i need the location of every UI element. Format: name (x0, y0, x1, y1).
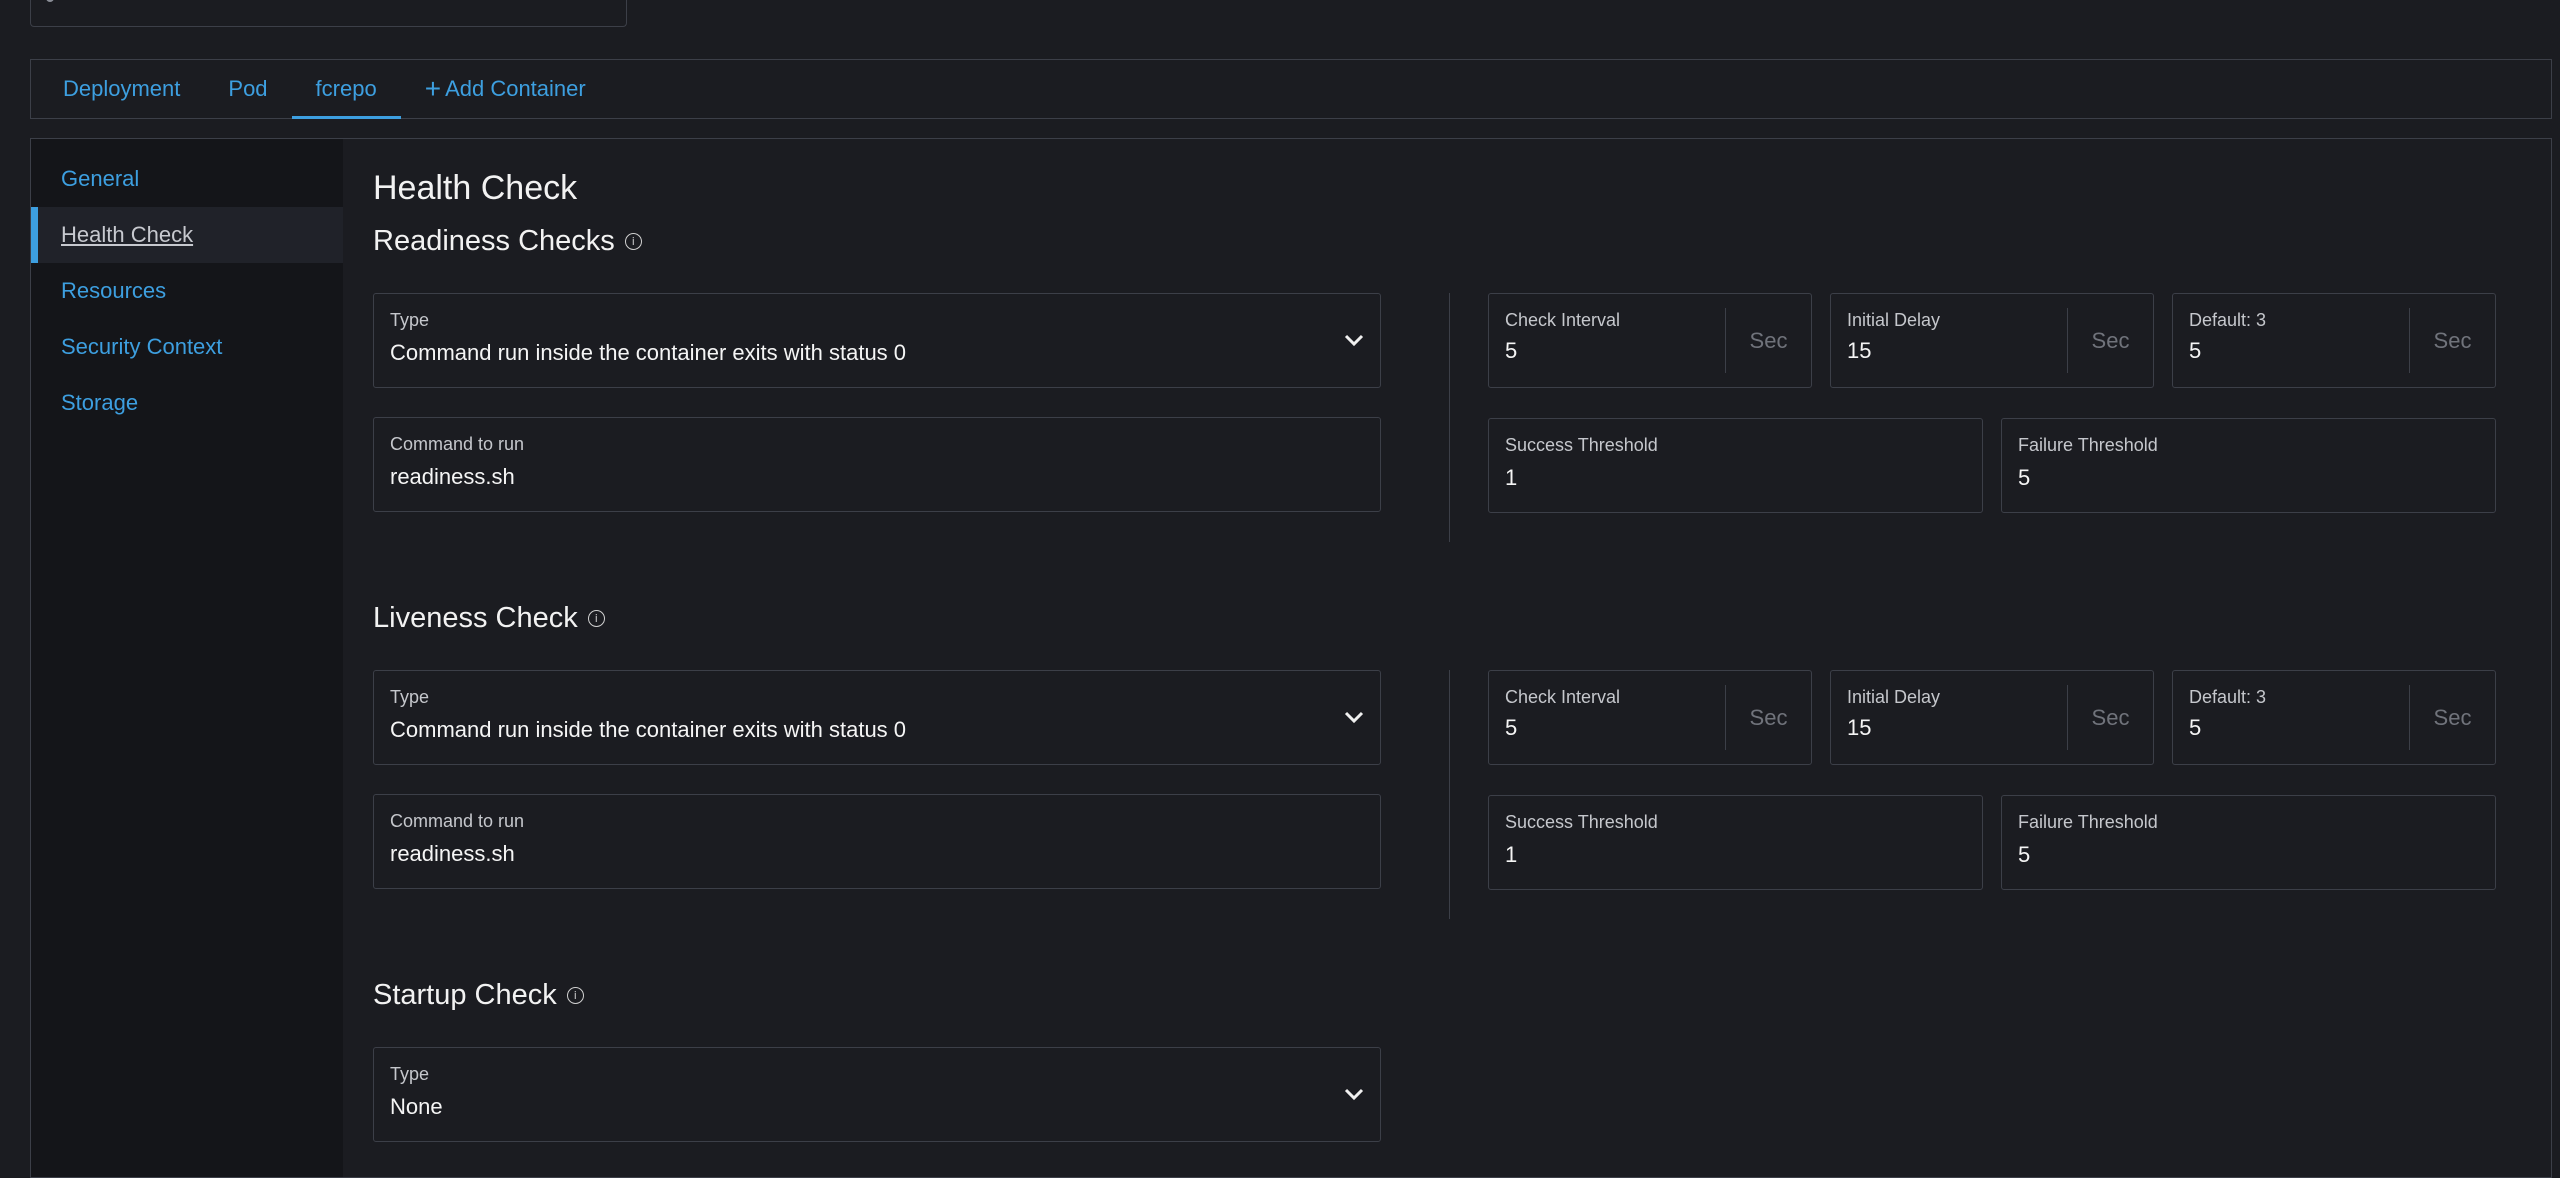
liveness-failure-threshold-input[interactable]: Failure Threshold 5 (2001, 795, 2496, 890)
field-value: readiness.sh (390, 841, 515, 866)
unit-suffix: Sec (1725, 685, 1811, 750)
readiness-type-select[interactable]: Type Command run inside the container ex… (373, 293, 1381, 388)
field-label: Command to run (390, 811, 525, 831)
input-icon (46, 0, 54, 2)
chevron-down-icon (1344, 711, 1364, 724)
sidebar-item-resources[interactable]: Resources (31, 263, 343, 319)
field-label: Check Interval (1505, 310, 1621, 330)
field-value: Command run inside the container exits w… (390, 340, 907, 365)
liveness-success-threshold-input[interactable]: Success Threshold 1 (1488, 795, 1983, 890)
field-value: 5 (2189, 338, 2202, 363)
field-value: 15 (1847, 715, 1872, 740)
container-config-panel: General Health Check Resources Security … (30, 138, 2552, 1178)
field-label: Failure Threshold (2018, 435, 2158, 455)
sidebar-item-health-check[interactable]: Health Check (31, 207, 343, 263)
unit-suffix: Sec (2409, 308, 2495, 373)
liveness-check-interval-input[interactable]: Check Interval 5 Sec (1488, 670, 1812, 765)
field-label: Type (390, 1064, 430, 1084)
readiness-check-interval-input[interactable]: Check Interval 5 Sec (1488, 293, 1812, 388)
tab-label: fcrepo (315, 76, 377, 101)
field-value: 1 (1505, 465, 1518, 490)
startup-type-select[interactable]: Type None (373, 1047, 1381, 1142)
info-icon[interactable]: i (624, 233, 642, 250)
sidebar-item-storage[interactable]: Storage (31, 375, 343, 431)
readiness-initial-delay-input[interactable]: Initial Delay 15 Sec (1830, 293, 2154, 388)
tab-deployment[interactable]: Deployment (39, 60, 204, 118)
liveness-type-select[interactable]: Type Command run inside the container ex… (373, 670, 1381, 765)
field-label: Initial Delay (1847, 687, 1941, 707)
field-value: 5 (2018, 842, 2031, 867)
section-sidebar: General Health Check Resources Security … (31, 139, 343, 1177)
readiness-command-input[interactable]: Command to run readiness.sh (373, 417, 1381, 512)
readiness-success-threshold-input[interactable]: Success Threshold 1 (1488, 418, 1983, 513)
readiness-section-title: Readiness Checks i (373, 225, 642, 258)
field-label: Command to run (390, 434, 525, 454)
field-label: Success Threshold (1505, 812, 1658, 832)
sidebar-item-label: General (61, 166, 140, 191)
unit-suffix: Sec (2067, 308, 2153, 373)
unit-suffix: Sec (2409, 685, 2495, 750)
field-value: 15 (1847, 338, 1872, 363)
container-tabs: Deployment Pod fcrepo + Add Container (30, 59, 2552, 119)
field-value: 5 (1505, 715, 1518, 740)
sidebar-item-general[interactable]: General (31, 151, 343, 207)
tab-pod[interactable]: Pod (204, 60, 291, 118)
liveness-command-input[interactable]: Command to run readiness.sh (373, 794, 1381, 889)
tab-label: Add Container (445, 76, 586, 101)
sidebar-item-security-context[interactable]: Security Context (31, 319, 343, 375)
tab-fcrepo[interactable]: fcrepo (291, 60, 401, 119)
unit-suffix: Sec (1725, 308, 1811, 373)
sidebar-item-label: Resources (61, 278, 167, 303)
field-label: Default: 3 (2189, 310, 2267, 330)
info-icon[interactable]: i (566, 987, 584, 1004)
readiness-timeout-input[interactable]: Default: 3 5 Sec (2172, 293, 2496, 388)
page-title: Health Check (373, 169, 578, 207)
tab-label: Pod (228, 76, 268, 101)
divider (1449, 670, 1450, 919)
field-label: Success Threshold (1505, 435, 1658, 455)
sidebar-item-label: Health Check (61, 222, 194, 247)
field-value: 5 (1505, 338, 1518, 363)
startup-section-title: Startup Check i (373, 979, 584, 1012)
section-title-text: Liveness Check (373, 602, 578, 634)
field-value: readiness.sh (390, 464, 515, 489)
field-label: Default: 3 (2189, 687, 2267, 707)
section-title-text: Startup Check (373, 979, 557, 1011)
top-text-input[interactable] (30, 0, 627, 27)
field-label: Check Interval (1505, 687, 1621, 707)
liveness-section-title: Liveness Check i (373, 602, 605, 635)
field-value: 5 (2189, 715, 2202, 740)
field-label: Initial Delay (1847, 310, 1941, 330)
tab-label: Deployment (63, 76, 181, 101)
sidebar-item-label: Storage (61, 390, 139, 415)
field-value: None (390, 1094, 443, 1119)
field-value: 1 (1505, 842, 1518, 867)
field-value: 5 (2018, 465, 2031, 490)
plus-icon: + (424, 73, 442, 104)
add-container-button[interactable]: + Add Container (401, 60, 610, 118)
info-icon[interactable]: i (587, 610, 605, 627)
field-label: Failure Threshold (2018, 812, 2158, 832)
liveness-initial-delay-input[interactable]: Initial Delay 15 Sec (1830, 670, 2154, 765)
sidebar-item-label: Security Context (61, 334, 223, 359)
unit-suffix: Sec (2067, 685, 2153, 750)
chevron-down-icon (1344, 334, 1364, 347)
field-label: Type (390, 687, 430, 707)
health-check-content: Health Check Readiness Checks i Type Com… (343, 139, 2551, 1177)
chevron-down-icon (1344, 1088, 1364, 1101)
liveness-timeout-input[interactable]: Default: 3 5 Sec (2172, 670, 2496, 765)
section-title-text: Readiness Checks (373, 225, 615, 257)
divider (1449, 293, 1450, 542)
field-value: Command run inside the container exits w… (390, 717, 907, 742)
readiness-failure-threshold-input[interactable]: Failure Threshold 5 (2001, 418, 2496, 513)
field-label: Type (390, 310, 430, 330)
